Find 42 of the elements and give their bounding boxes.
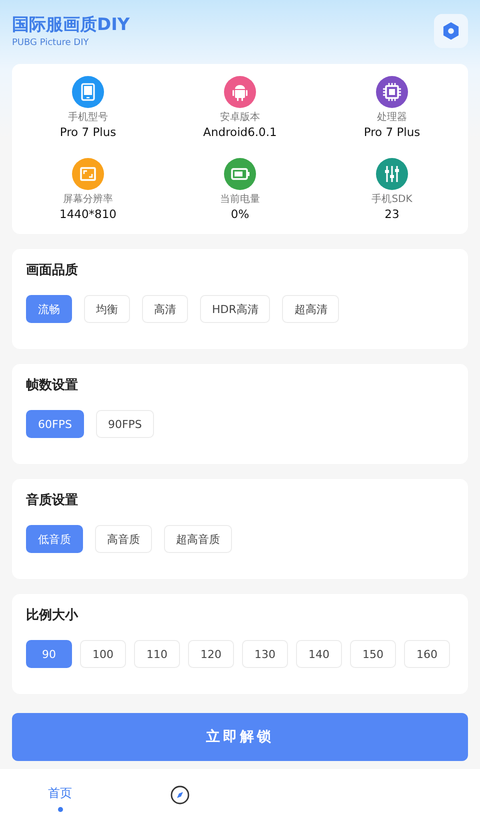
option-chip[interactable]: 120 [188,640,234,668]
option-chip[interactable]: 超高清 [282,295,340,323]
option-chip[interactable]: 110 [134,640,180,668]
settings-button[interactable] [434,14,468,48]
option-chip[interactable]: 130 [242,640,288,668]
info-label: 安卓版本 [220,111,260,124]
compass-icon [170,785,190,805]
info-label: 手机型号 [68,111,108,124]
tablet-icon [72,76,104,108]
option-chip[interactable]: 160 [404,640,450,668]
nav-tab[interactable]: 首页 [0,781,120,821]
option-chip[interactable]: 均衡 [84,295,130,323]
info-value: Pro 7 Plus [60,124,116,140]
section-title: 比例大小 [26,607,80,624]
info-value: 0% [230,206,250,222]
section-title: 画面品质 [26,262,79,279]
info-value: 1440*810 [60,206,116,222]
info-label: 屏幕分辨率 [63,193,113,206]
info-value: Pro 7 Plus [364,124,420,140]
app-title: 国际服画质DIY [12,14,130,36]
chip-icon [376,76,408,108]
sliders-icon [376,158,408,190]
option-chip[interactable]: 高清 [142,295,188,323]
option-chip[interactable]: HDR高清 [200,295,270,323]
settings-icon [441,21,461,41]
info-label: 处理器 [377,111,407,124]
option-chip[interactable]: 高音质 [95,525,152,553]
battery-icon [224,158,256,190]
app-subtitle: PUBG Picture DIY [12,38,90,48]
option-chip[interactable]: 140 [296,640,342,668]
section-title: 帧数设置 [26,377,79,394]
android-icon [224,76,256,108]
option-chip[interactable]: 150 [350,640,396,668]
option-chip[interactable]: 90FPS [96,410,154,438]
info-value: Android6.0.1 [203,124,277,140]
option-chip[interactable]: 超高音质 [164,525,232,553]
info-value: 23 [384,206,400,222]
info-label: 手机SDK [372,193,412,206]
info-label: 当前电量 [220,193,260,206]
option-chip[interactable]: 100 [80,640,126,668]
screen-icon [72,158,104,190]
section-title: 音质设置 [26,492,79,509]
